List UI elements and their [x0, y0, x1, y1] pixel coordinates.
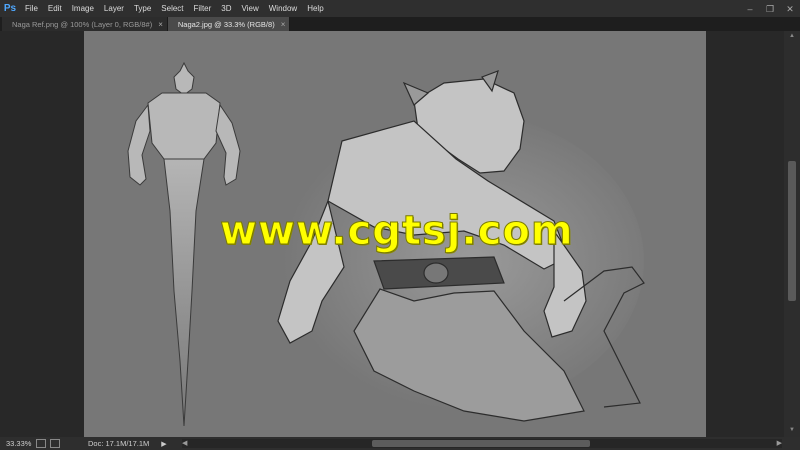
tab-label: Naga2.jpg @ 33.3% (RGB/8)	[177, 19, 275, 29]
tab-label: Naga Ref.png @ 100% (Layer 0, RGB/8#)	[12, 19, 153, 29]
scroll-up-icon[interactable]: ▲	[788, 33, 796, 41]
document-tab-bar: Naga Ref.png @ 100% (Layer 0, RGB/8#) × …	[0, 17, 800, 31]
watermark-text: www.cgtsj.com	[220, 208, 574, 255]
status-bar: 33.33% Doc: 17.1M/17.1M ▶ ◀ ▶	[0, 437, 800, 450]
status-menu-icon[interactable]: ▶	[161, 440, 166, 448]
menu-view[interactable]: View	[237, 0, 264, 17]
menu-bar: Ps File Edit Image Layer Type Select Fil…	[0, 0, 800, 17]
workspace: www.cgtsj.com ▲ ▼	[0, 31, 800, 437]
scroll-left-icon[interactable]: ◀	[182, 439, 187, 447]
vertical-scrollbar[interactable]: ▲ ▼	[784, 31, 800, 437]
export-icon[interactable]	[50, 439, 60, 448]
menu-help[interactable]: Help	[302, 0, 328, 17]
menu-window[interactable]: Window	[264, 0, 302, 17]
horizontal-scrollbar[interactable]: ◀ ▶	[182, 439, 782, 448]
menu-select[interactable]: Select	[156, 0, 188, 17]
menu-image[interactable]: Image	[67, 0, 99, 17]
menu-file[interactable]: File	[20, 0, 43, 17]
menu-layer[interactable]: Layer	[99, 0, 129, 17]
close-icon[interactable]: ✕	[784, 3, 796, 15]
horizontal-scroll-thumb[interactable]	[372, 440, 590, 447]
photoshop-logo: Ps	[3, 3, 17, 14]
close-icon[interactable]: ×	[281, 20, 286, 29]
menu-3d[interactable]: 3D	[216, 0, 236, 17]
scroll-right-icon[interactable]: ▶	[777, 439, 782, 447]
document-icon[interactable]	[36, 439, 46, 448]
zoom-level[interactable]: 33.33%	[0, 439, 36, 448]
close-icon[interactable]: ×	[158, 20, 163, 29]
document-size-info: Doc: 17.1M/17.1M	[88, 439, 150, 448]
menu-filter[interactable]: Filter	[189, 0, 217, 17]
menu-type[interactable]: Type	[129, 0, 156, 17]
menu-edit[interactable]: Edit	[43, 0, 67, 17]
minimize-icon[interactable]: –	[744, 3, 756, 15]
tab-naga2[interactable]: Naga2.jpg @ 33.3% (RGB/8) ×	[167, 17, 291, 31]
vertical-scroll-thumb[interactable]	[788, 161, 796, 301]
scroll-down-icon[interactable]: ▼	[788, 427, 796, 435]
document-canvas[interactable]: www.cgtsj.com	[84, 31, 706, 437]
window-controls: – ❐ ✕	[744, 0, 796, 17]
tab-naga-ref[interactable]: Naga Ref.png @ 100% (Layer 0, RGB/8#) ×	[2, 17, 168, 31]
restore-icon[interactable]: ❐	[764, 3, 776, 15]
